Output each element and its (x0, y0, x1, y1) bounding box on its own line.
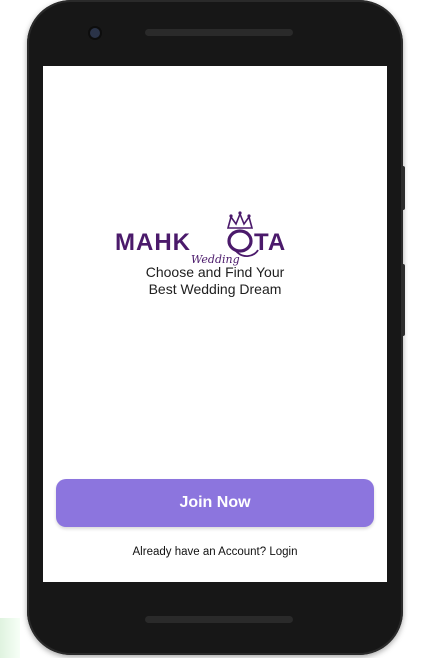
camera-lens-icon (90, 28, 100, 38)
tagline-line-1: Choose and Find Your (145, 264, 285, 280)
app-screen: MAHK TA Wedding Choose and Find Your Bes… (43, 66, 387, 582)
phone-side-button-power (401, 166, 405, 210)
phone-side-button-volume (401, 264, 405, 336)
tagline-line-2: Best Wedding Dream (148, 281, 282, 297)
join-now-button[interactable]: Join Now (56, 479, 374, 527)
phone-frame: MAHK TA Wedding Choose and Find Your Bes… (27, 0, 405, 655)
phone-speaker-top (145, 29, 293, 36)
background-strip (0, 618, 20, 658)
mahkota-wedding-logo: MAHK TA Wedding (115, 211, 286, 266)
login-link[interactable]: Already have an Account? Login (43, 546, 387, 558)
tagline: Choose and Find Your Best Wedding Dream (43, 264, 387, 298)
phone-speaker-bottom (145, 616, 293, 623)
logo-text-left: MAHK (115, 229, 191, 256)
crown-icon (226, 211, 254, 229)
logo-text-right: TA (254, 229, 286, 256)
